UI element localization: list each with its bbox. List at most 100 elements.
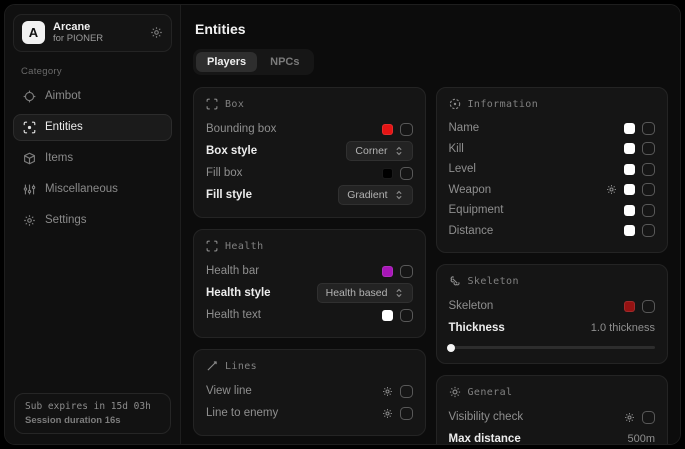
slider-thumb[interactable] — [447, 344, 455, 352]
setting-label: Fill box — [206, 167, 242, 179]
box-style-dropdown[interactable]: Corner — [346, 141, 412, 161]
chevrons-up-down-icon — [394, 190, 404, 200]
sidebar-item-label: Miscellaneous — [45, 183, 118, 195]
sidebar-item-aimbot[interactable]: Aimbot — [13, 83, 172, 110]
color-swatch[interactable] — [382, 266, 393, 277]
max-distance-value: 500m — [627, 433, 655, 444]
slider-track — [449, 346, 656, 349]
sidebar-header: A Arcane for PIONER — [13, 14, 172, 52]
scan-brackets-icon — [206, 240, 218, 252]
checkbox[interactable] — [400, 309, 413, 322]
gear-icon[interactable] — [150, 26, 163, 39]
setting-label: Kill — [449, 143, 464, 155]
checkbox[interactable] — [400, 407, 413, 420]
color-swatch[interactable] — [624, 184, 635, 195]
checkbox[interactable] — [642, 224, 655, 237]
general-card: General Visibility check Max distance — [436, 375, 669, 444]
sidebar-item-entities[interactable]: Entities — [13, 114, 172, 141]
chevrons-up-down-icon — [394, 146, 404, 156]
sidebar-item-label: Aimbot — [45, 90, 81, 102]
color-swatch[interactable] — [624, 164, 635, 175]
row-health-bar: Health bar — [206, 260, 413, 282]
row-kill: Kill — [449, 139, 656, 160]
setting-label: Name — [449, 122, 480, 134]
color-swatch[interactable] — [624, 123, 635, 134]
row-weapon: Weapon — [449, 180, 656, 201]
page-title: Entities — [195, 21, 668, 37]
thickness-slider[interactable] — [449, 343, 656, 352]
card-title: Skeleton — [468, 276, 519, 287]
checkbox[interactable] — [642, 142, 655, 155]
checkbox[interactable] — [400, 385, 413, 398]
setting-label: Equipment — [449, 204, 504, 216]
tab-npcs[interactable]: NPCs — [259, 52, 310, 72]
setting-label: Distance — [449, 225, 494, 237]
crosshair-icon — [23, 90, 36, 103]
sidebar-item-settings[interactable]: Settings — [13, 207, 172, 234]
setting-label: Thickness — [449, 322, 505, 334]
box-card: Box Bounding box Box style Corner — [193, 87, 426, 218]
row-max-distance: Max distance 500m — [449, 428, 656, 444]
sliders-icon — [23, 183, 36, 196]
color-swatch[interactable] — [382, 168, 393, 179]
chevrons-up-down-icon — [394, 288, 404, 298]
gear-icon[interactable] — [382, 408, 393, 419]
setting-label: View line — [206, 385, 252, 397]
gear-icon[interactable] — [382, 386, 393, 397]
row-thickness: Thickness 1.0 thickness — [449, 317, 656, 339]
thickness-value: 1.0 thickness — [591, 322, 655, 334]
checkbox[interactable] — [642, 163, 655, 176]
color-swatch[interactable] — [624, 301, 635, 312]
sidebar: A Arcane for PIONER Category Aimbot — [5, 5, 181, 444]
health-style-dropdown[interactable]: Health based — [317, 283, 413, 303]
color-swatch[interactable] — [382, 124, 393, 135]
row-line-to-enemy: Line to enemy — [206, 402, 413, 424]
checkbox[interactable] — [400, 123, 413, 136]
setting-label: Skeleton — [449, 300, 494, 312]
sidebar-item-label: Items — [45, 152, 73, 164]
checkbox[interactable] — [642, 122, 655, 135]
bone-icon — [449, 275, 461, 287]
sidebar-item-label: Settings — [45, 214, 87, 226]
row-name: Name — [449, 118, 656, 139]
checkbox[interactable] — [642, 300, 655, 313]
color-swatch[interactable] — [382, 310, 393, 321]
row-level: Level — [449, 159, 656, 180]
checkbox[interactable] — [400, 265, 413, 278]
info-circle-icon — [449, 98, 461, 110]
skeleton-card: Skeleton Skeleton Thickness 1.0 thicknes… — [436, 264, 669, 364]
fill-style-dropdown[interactable]: Gradient — [338, 185, 412, 205]
checkbox[interactable] — [642, 411, 655, 424]
diagonal-line-icon — [206, 360, 218, 372]
app-window: A Arcane for PIONER Category Aimbot — [4, 4, 681, 445]
row-bounding-box: Bounding box — [206, 118, 413, 140]
sidebar-item-label: Entities — [45, 121, 83, 133]
setting-label: Max distance — [449, 433, 521, 444]
checkbox[interactable] — [642, 204, 655, 217]
sidebar-item-items[interactable]: Items — [13, 145, 172, 172]
main-content: Entities Players NPCs Box Bounding box — [181, 5, 680, 444]
scan-brackets-icon — [206, 98, 218, 110]
sidebar-item-miscellaneous[interactable]: Miscellaneous — [13, 176, 172, 203]
checkbox[interactable] — [642, 183, 655, 196]
gear-icon[interactable] — [606, 184, 617, 195]
app-title: Arcane — [53, 21, 142, 34]
sidebar-nav: Aimbot Entities Items Miscellaneous — [5, 83, 180, 234]
setting-label: Visibility check — [449, 411, 524, 423]
setting-label: Health style — [206, 287, 271, 299]
dropdown-value: Corner — [355, 145, 387, 157]
setting-label: Box style — [206, 145, 257, 157]
package-icon — [23, 152, 36, 165]
color-swatch[interactable] — [624, 205, 635, 216]
row-visibility-check: Visibility check — [449, 406, 656, 428]
tab-bar: Players NPCs — [193, 49, 314, 75]
row-equipment: Equipment — [449, 200, 656, 221]
checkbox[interactable] — [400, 167, 413, 180]
card-title: Information — [468, 99, 539, 110]
tab-players[interactable]: Players — [196, 52, 257, 72]
gear-icon[interactable] — [624, 412, 635, 423]
information-card: Information Name Kill — [436, 87, 669, 253]
color-swatch[interactable] — [624, 143, 635, 154]
health-card: Health Health bar Health style Health ba… — [193, 229, 426, 338]
color-swatch[interactable] — [624, 225, 635, 236]
